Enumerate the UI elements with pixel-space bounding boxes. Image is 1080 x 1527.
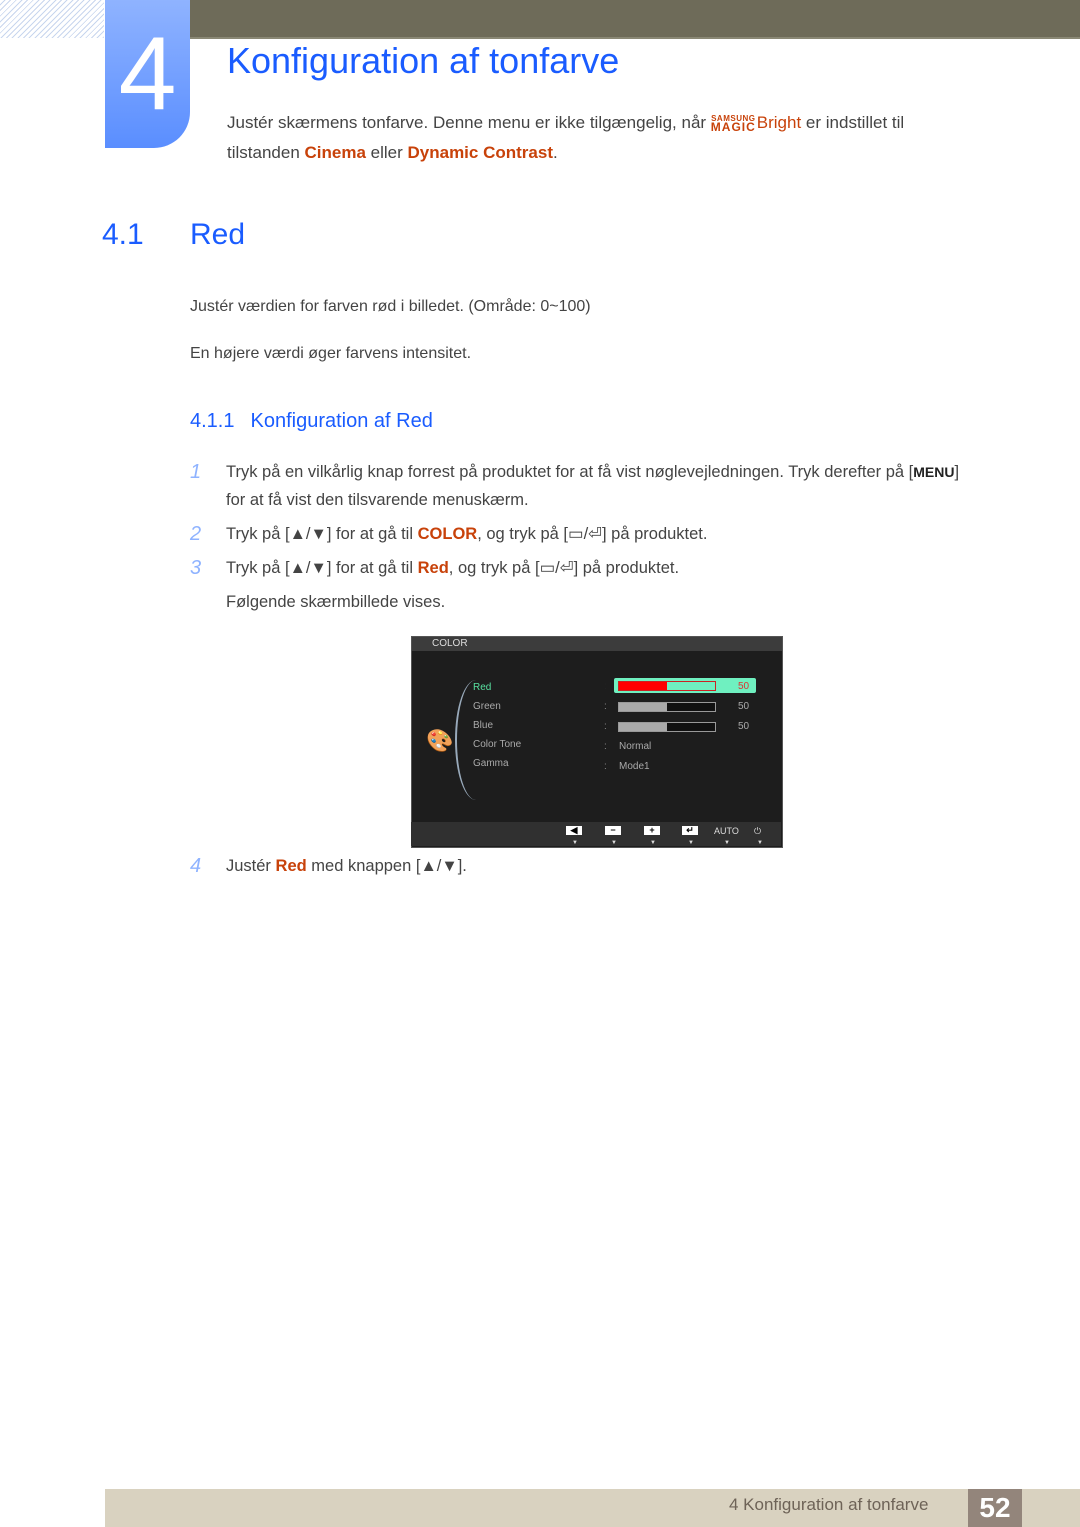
auto-button[interactable]: AUTO (714, 826, 739, 836)
menu-key: MENU (913, 464, 955, 480)
indicator-arrow-icon: ▼ (650, 840, 656, 846)
page-number: 52 (968, 1489, 1022, 1527)
osd-item-gamma[interactable]: Gamma (473, 758, 509, 769)
osd-separator: : (604, 721, 607, 732)
red-slider[interactable] (618, 681, 716, 691)
osd-item-color-tone[interactable]: Color Tone (473, 739, 521, 750)
red-slider-fill (619, 682, 667, 690)
indicator-arrow-icon: ▼ (688, 840, 694, 846)
footer-chapter-title: 4 Konfiguration af tonfarve (729, 1495, 929, 1514)
green-slider[interactable] (618, 702, 716, 712)
page-footer-bar (105, 1489, 1080, 1527)
section-number: 4.1 (102, 218, 144, 251)
blue-slider[interactable] (618, 722, 716, 732)
section-paragraph-2: En højere værdi øger farvens intensitet. (190, 345, 472, 362)
left-arrow-button[interactable]: ◀ (566, 826, 582, 835)
osd-item-green[interactable]: Green (473, 701, 501, 712)
osd-item-red[interactable]: Red (473, 682, 491, 693)
indicator-arrow-icon: ▼ (757, 840, 763, 846)
section-paragraph-1: Justér værdien for farven rød i billedet… (190, 298, 591, 315)
osd-separator: : (604, 761, 607, 772)
red-value: 50 (738, 681, 750, 692)
chapter-title: Konfiguration af tonfarve (227, 40, 620, 81)
enter-button[interactable]: ↵ (682, 826, 698, 835)
power-icon[interactable]: ⏻ (754, 826, 761, 837)
osd-item-blue[interactable]: Blue (473, 720, 493, 731)
chapter-number-badge: 4 (105, 0, 190, 148)
palette-icon: 🎨 (426, 728, 454, 753)
corner-hatch-decoration (0, 0, 104, 38)
osd-separator: : (604, 741, 607, 752)
blue-value: 50 (738, 721, 750, 732)
chapter-intro: Justér skærmens tonfarve. Denne menu er … (227, 113, 905, 162)
osd-separator: : (604, 681, 607, 692)
green-slider-fill (619, 703, 667, 711)
osd-header: COLOR (412, 637, 782, 651)
plus-button[interactable]: + (644, 826, 660, 835)
subsection-heading: 4.1.1 Konfiguration af Red (190, 410, 433, 432)
indicator-arrow-icon: ▼ (724, 840, 730, 846)
indicator-arrow-icon: ▼ (572, 840, 578, 846)
cinema-label: Cinema (304, 143, 366, 162)
section-title: Red (190, 218, 246, 251)
dynamic-contrast-label: Dynamic Contrast (407, 143, 553, 162)
minus-button[interactable]: − (605, 826, 621, 835)
indicator-arrow-icon: ▼ (611, 840, 617, 846)
samsung-magic-logo: SAMSUNG MAGIC (710, 114, 756, 134)
bright-label: Bright (756, 113, 802, 132)
green-value: 50 (738, 701, 750, 712)
gamma-value: Mode1 (619, 761, 650, 772)
osd-separator: : (604, 701, 607, 712)
blue-slider-fill (619, 723, 667, 731)
color-tone-value: Normal (619, 741, 652, 752)
header-bar (190, 0, 1080, 39)
